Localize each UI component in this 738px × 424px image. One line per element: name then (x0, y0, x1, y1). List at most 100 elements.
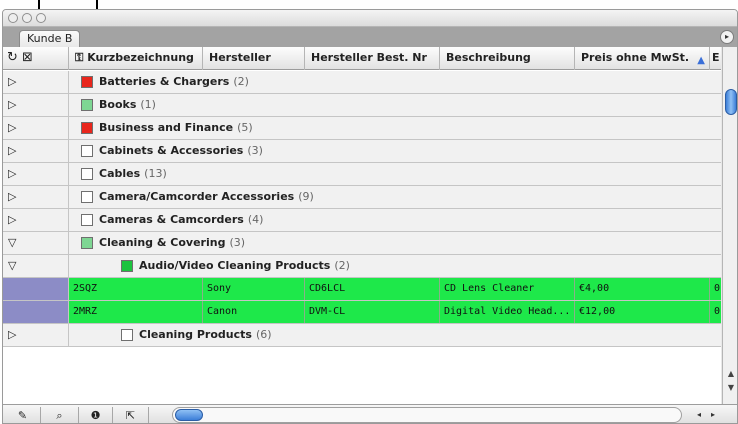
color-swatch (81, 76, 93, 88)
group-cell: Audio/Video Cleaning Products (2) (69, 255, 721, 277)
cell-beschreibung[interactable]: CD Lens Cleaner (440, 278, 575, 300)
group-cell: Cleaning Products (6) (69, 324, 721, 346)
row-selector[interactable] (3, 278, 69, 300)
group-name: Batteries & Chargers (99, 75, 230, 88)
group-count: (6) (255, 328, 272, 341)
color-swatch (81, 145, 93, 157)
disclosure-triangle-collapsed-icon[interactable]: ▷ (3, 163, 69, 185)
group-row[interactable]: ▷ Business and Finance (5) (3, 117, 721, 140)
zoom-window-button[interactable] (36, 13, 46, 23)
horizontal-scrollbar[interactable] (172, 407, 682, 423)
column-header-label: Kurzbezeichnung (87, 51, 194, 64)
row-selector[interactable] (3, 301, 69, 323)
group-name: Audio/Video Cleaning Products (139, 259, 331, 272)
vertical-scrollbar[interactable]: ▲ ▼ (722, 47, 737, 404)
group-cell: Cleaning & Covering (3) (69, 232, 721, 254)
group-count: (4) (247, 213, 264, 226)
group-row[interactable]: ▽ Cleaning & Covering (3) (3, 232, 721, 255)
cell-hersteller-best-nr[interactable]: CD6LCL (305, 278, 440, 300)
header-icons: ↻ ⊠ (3, 47, 69, 70)
group-name: Cleaning Products (139, 328, 252, 341)
tab-scroll-icon[interactable]: ▸ (720, 30, 734, 44)
group-cell: Business and Finance (5) (69, 117, 721, 139)
tab-kunde-b[interactable]: Kunde B (19, 30, 81, 47)
tab-strip: Kunde B ▸ (3, 27, 737, 47)
app-window: Kunde B ▸ ↻ ⊠ ⚿ Kurzbezeichnung Herstell… (2, 9, 738, 424)
vertical-scroll-thumb[interactable] (725, 89, 737, 115)
cell-extra[interactable]: 0 (710, 301, 721, 323)
subgroup-row[interactable]: ▽ Audio/Video Cleaning Products (2) (3, 255, 721, 278)
horizontal-scroll-thumb[interactable] (175, 409, 203, 421)
cell-beschreibung[interactable]: Digital Video Head... (440, 301, 575, 323)
group-count: (2) (334, 259, 350, 272)
select-all-checkbox-icon[interactable]: ⊠ (22, 50, 33, 65)
scroll-down-icon[interactable]: ▼ (725, 382, 737, 394)
disclosure-triangle-collapsed-icon[interactable]: ▷ (3, 140, 69, 162)
pencil-icon[interactable]: ✎ (5, 407, 41, 423)
cell-hersteller-best-nr[interactable]: DVM-CL (305, 301, 440, 323)
column-header-hersteller[interactable]: Hersteller (203, 47, 305, 70)
scroll-right-icon[interactable]: ▸ (707, 408, 719, 422)
group-row[interactable]: ▷ Cabinets & Accessories (3) (3, 140, 721, 163)
color-swatch (81, 191, 93, 203)
cell-preis[interactable]: €4,00 (575, 278, 710, 300)
group-row[interactable]: ▷ Batteries & Chargers (2) (3, 71, 721, 94)
cell-kurzbezeichnung[interactable]: 2MRZ (69, 301, 203, 323)
scroll-up-icon[interactable]: ▲ (725, 368, 737, 380)
group-name: Cables (99, 167, 141, 180)
subgroup-row[interactable]: ▷ Cleaning Products (6) (3, 324, 721, 347)
close-window-button[interactable] (8, 13, 18, 23)
group-row[interactable]: ▷ Camera/Camcorder Accessories (9) (3, 186, 721, 209)
color-swatch (81, 99, 93, 111)
group-cell: Books (1) (69, 94, 721, 116)
group-count: (13) (144, 167, 167, 180)
table-row[interactable]: 2SQZ Sony CD6LCL CD Lens Cleaner €4,00 0 (3, 278, 721, 301)
column-header-kurzbezeichnung[interactable]: ⚿ Kurzbezeichnung (69, 47, 203, 70)
cell-hersteller[interactable]: Sony (203, 278, 305, 300)
column-header-label: Preis ohne MwSt. (581, 51, 690, 64)
group-count: (5) (237, 121, 253, 134)
group-cell: Batteries & Chargers (2) (69, 71, 721, 93)
group-count: (3) (229, 236, 246, 249)
color-swatch (121, 329, 133, 341)
disclosure-triangle-expanded-icon[interactable]: ▽ (3, 255, 69, 277)
bottom-toolbar: ✎ ⌕ ❶ ⇱ ◂ ▸ (3, 404, 737, 423)
refresh-icon[interactable]: ↻ (7, 50, 18, 65)
column-header-e[interactable]: E (710, 47, 721, 70)
color-swatch (121, 260, 133, 272)
disclosure-triangle-collapsed-icon[interactable]: ▷ (3, 186, 69, 208)
column-header-hersteller-best-nr[interactable]: Hersteller Best. Nr (305, 47, 440, 70)
cell-preis[interactable]: €12,00 (575, 301, 710, 323)
group-row[interactable]: ▷ Cables (13) (3, 163, 721, 186)
disclosure-triangle-collapsed-icon[interactable]: ▷ (3, 324, 69, 346)
scroll-left-icon[interactable]: ◂ (693, 408, 705, 422)
binoculars-icon[interactable]: ⌕ (41, 407, 79, 423)
minimize-window-button[interactable] (22, 13, 32, 23)
group-count: (9) (298, 190, 314, 203)
column-header-preis[interactable]: Preis ohne MwSt. ▲ (575, 47, 710, 70)
expand-arrows-icon[interactable]: ⇱ (113, 407, 149, 423)
group-name: Cabinets & Accessories (99, 144, 244, 157)
group-cell: Cables (13) (69, 163, 721, 185)
key-icon: ⚿ (75, 51, 84, 64)
cell-kurzbezeichnung[interactable]: 2SQZ (69, 278, 203, 300)
sort-ascending-icon: ▲ (697, 55, 705, 66)
cell-extra[interactable]: 0 (710, 278, 721, 300)
info-icon[interactable]: ❶ (79, 407, 113, 423)
disclosure-triangle-collapsed-icon[interactable]: ▷ (3, 71, 69, 93)
disclosure-triangle-collapsed-icon[interactable]: ▷ (3, 209, 69, 231)
color-swatch (81, 214, 93, 226)
group-name: Cameras & Camcorders (99, 213, 244, 226)
group-name: Business and Finance (99, 121, 234, 134)
disclosure-triangle-expanded-icon[interactable]: ▽ (3, 232, 69, 254)
group-count: (2) (233, 75, 249, 88)
cell-hersteller[interactable]: Canon (203, 301, 305, 323)
disclosure-triangle-collapsed-icon[interactable]: ▷ (3, 117, 69, 139)
table-row[interactable]: 2MRZ Canon DVM-CL Digital Video Head... … (3, 301, 721, 324)
group-row[interactable]: ▷ Books (1) (3, 94, 721, 117)
column-header-beschreibung[interactable]: Beschreibung (440, 47, 575, 70)
table-body: ▷ Batteries & Chargers (2) ▷ Books (1) ▷ (3, 71, 721, 347)
group-row[interactable]: ▷ Cameras & Camcorders (4) (3, 209, 721, 232)
group-cell: Cabinets & Accessories (3) (69, 140, 721, 162)
disclosure-triangle-collapsed-icon[interactable]: ▷ (3, 94, 69, 116)
